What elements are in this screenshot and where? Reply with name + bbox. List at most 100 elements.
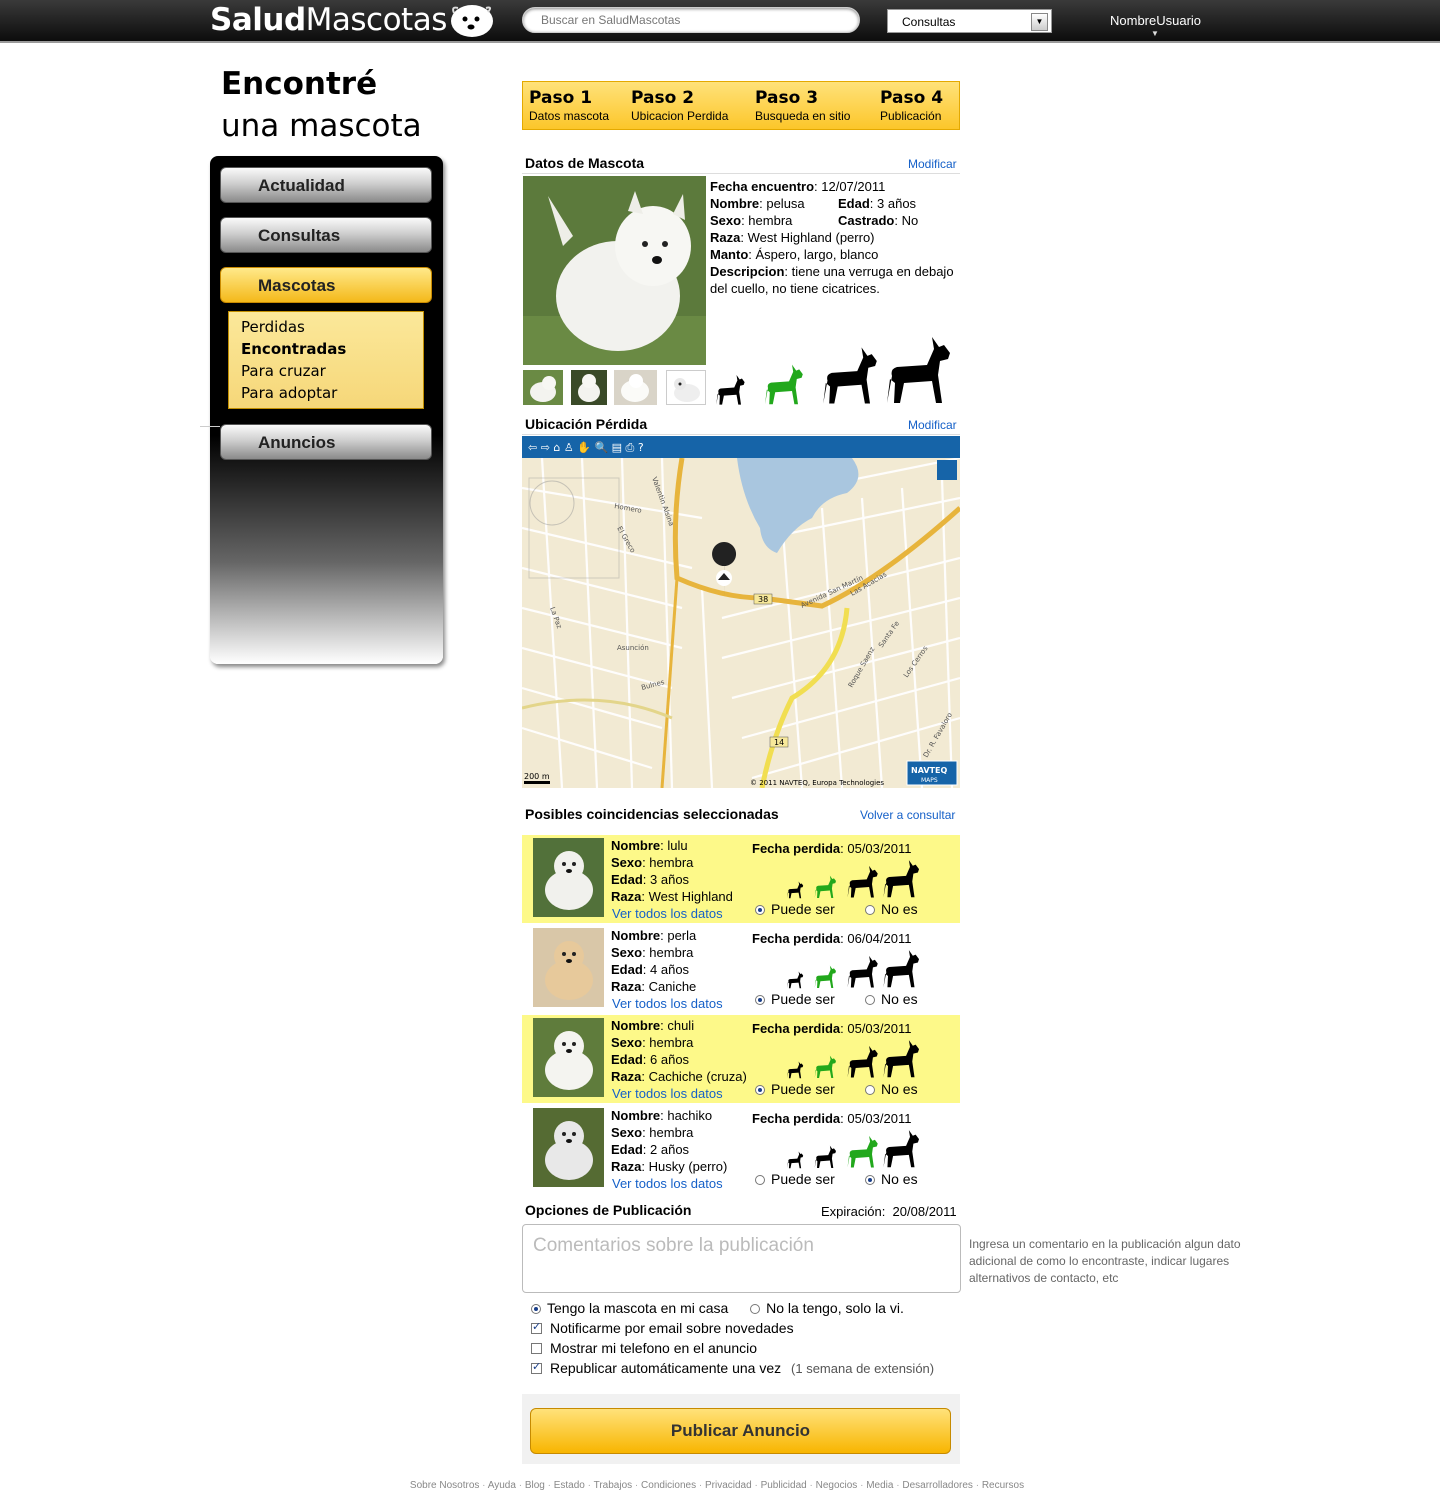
dog-size-icon[interactable] — [716, 374, 745, 405]
category-select-value: Consultas — [902, 15, 956, 29]
dog-size-icon[interactable] — [847, 865, 878, 898]
chevron-down-icon[interactable]: ▼ — [1151, 29, 1159, 38]
footer-link[interactable]: Ayuda — [488, 1480, 516, 1491]
step-3[interactable]: Paso 3 Busqueda en sitio — [755, 88, 850, 123]
pet-main-photo[interactable] — [523, 176, 706, 365]
match-photo[interactable] — [533, 1018, 604, 1097]
no-option: No es — [865, 901, 918, 917]
match-photo[interactable] — [533, 928, 604, 1007]
sidebar-item-consultas[interactable]: Consultas — [220, 217, 432, 253]
republish-label: Republicar automáticamente una vez — [550, 1360, 782, 1376]
view-all-link[interactable]: Ver todos los datos — [612, 906, 723, 921]
dog-size-icon[interactable] — [814, 965, 836, 988]
no-radio[interactable] — [865, 905, 875, 915]
footer-link[interactable]: Blog — [525, 1480, 545, 1491]
step-4[interactable]: Paso 4 Publicación — [880, 88, 943, 123]
republish-checkbox[interactable] — [531, 1360, 542, 1374]
pet-thumbnail[interactable] — [523, 370, 563, 405]
dog-size-icon[interactable] — [847, 1045, 878, 1078]
match-photo[interactable] — [533, 1108, 604, 1187]
dog-size-icon[interactable] — [883, 950, 920, 988]
footer-link[interactable]: Sobre Nosotros — [410, 1480, 479, 1491]
maybe-radio[interactable] — [755, 995, 765, 1005]
maybe-radio[interactable] — [755, 905, 765, 915]
search-input[interactable]: Buscar en SaludMascotas — [522, 7, 860, 33]
dog-size-icon[interactable] — [787, 881, 804, 899]
dog-size-icon[interactable] — [847, 1135, 878, 1168]
pet-thumbnail[interactable] — [571, 370, 607, 405]
dog-size-icon[interactable] — [787, 971, 804, 989]
pet-modify-link[interactable]: Modificar — [908, 157, 957, 171]
label: Edad — [611, 1142, 643, 1157]
user-menu[interactable]: NombreUsuario — [1110, 13, 1201, 28]
no-radio[interactable] — [865, 1175, 875, 1185]
dog-size-icon[interactable] — [787, 1061, 804, 1079]
sidebar-item-actualidad[interactable]: Actualidad — [220, 167, 432, 203]
footer-link[interactable]: Trabajos — [594, 1480, 633, 1491]
pet-thumbnail[interactable] — [614, 370, 657, 405]
match-photo[interactable] — [533, 838, 604, 917]
view-all-link[interactable]: Ver todos los datos — [612, 996, 723, 1011]
footer-link[interactable]: Condiciones — [641, 1480, 696, 1491]
category-select[interactable]: Consultas ▼ — [887, 9, 1052, 33]
dont-have-pet-radio[interactable] — [750, 1304, 761, 1314]
dog-size-icon[interactable] — [847, 955, 878, 988]
match-lost-date: Fecha perdida: 06/04/2011 — [752, 931, 911, 946]
maybe-radio[interactable] — [755, 1085, 765, 1095]
no-label: No es — [881, 1171, 918, 1187]
dog-size-icon[interactable] — [883, 860, 920, 898]
footer-link[interactable]: Negocios — [816, 1480, 858, 1491]
view-all-link[interactable]: Ver todos los datos — [612, 1176, 723, 1191]
dog-size-icon[interactable] — [814, 875, 836, 898]
logo-light: Mascotas — [305, 2, 448, 38]
show-phone-checkbox[interactable] — [531, 1343, 542, 1354]
have-pet-radio[interactable] — [531, 1304, 541, 1314]
maybe-radio[interactable] — [755, 1175, 765, 1185]
footer-link[interactable]: Desarrolladores — [902, 1480, 973, 1491]
label: Sexo — [710, 213, 742, 228]
view-all-link[interactable]: Ver todos los datos — [612, 1086, 723, 1101]
submenu-item-perdidas[interactable]: Perdidas — [241, 316, 423, 338]
sidebar-item-anuncios[interactable]: Anuncios — [220, 424, 432, 460]
publish-button[interactable]: Publicar Anuncio — [530, 1408, 951, 1454]
dog-size-icon[interactable] — [887, 337, 950, 403]
comment-textarea[interactable]: Comentarios sobre la publicación — [522, 1224, 961, 1293]
dog-size-icon[interactable] — [883, 1130, 920, 1168]
footer-link[interactable]: Media — [866, 1480, 893, 1491]
chevron-down-icon[interactable]: ▼ — [1031, 13, 1048, 31]
footer-link[interactable]: Recursos — [982, 1480, 1024, 1491]
submenu-item-para-adoptar[interactable]: Para adoptar — [241, 382, 423, 404]
map-canvas[interactable]: 38 14 Avenida San Martín Asunción Bulnes… — [522, 458, 960, 788]
submenu-item-para-cruzar[interactable]: Para cruzar — [241, 360, 423, 382]
back-to-search-link[interactable]: Volver a consultar — [860, 808, 955, 822]
map-layer-icon[interactable] — [937, 460, 957, 480]
pet-size-selector[interactable] — [714, 328, 959, 406]
no-radio[interactable] — [865, 1085, 875, 1095]
dog-size-icon[interactable] — [787, 1151, 804, 1169]
match-info: Nombre: perla Sexo: hembra Edad: 4 años … — [611, 927, 696, 995]
dog-size-icon[interactable] — [765, 364, 803, 405]
site-logo[interactable]: SaludMascotas — [210, 2, 447, 38]
notify-checkbox[interactable] — [531, 1320, 542, 1334]
label: Raza — [611, 1159, 642, 1174]
dog-size-icon[interactable] — [814, 1145, 836, 1168]
submenu-item-encontradas[interactable]: Encontradas — [241, 338, 423, 360]
pet-coat: : Áspero, largo, blanco — [748, 247, 879, 262]
footer-link[interactable]: Publicidad — [761, 1480, 807, 1491]
pet-thumbnail[interactable] — [666, 370, 706, 405]
dog-size-icon[interactable] — [883, 1040, 920, 1078]
show-phone-label: Mostrar mi telefono en el anuncio — [550, 1340, 757, 1356]
dog-size-icon[interactable] — [814, 1055, 836, 1078]
sidebar-item-mascotas[interactable]: Mascotas — [220, 267, 432, 303]
map[interactable]: ⇦ ⇨ ⌂ ♙ ✋ 🔍 ▤ ⎙ ? 38 14 Avenida San Mart… — [522, 436, 960, 788]
label: Raza — [611, 979, 642, 994]
footer-link[interactable]: Privacidad — [705, 1480, 752, 1491]
separator: · — [632, 1480, 642, 1491]
step-1[interactable]: Paso 1 Datos mascota — [529, 88, 609, 123]
match-size-indicator — [787, 1040, 920, 1079]
location-modify-link[interactable]: Modificar — [908, 418, 957, 432]
step-2[interactable]: Paso 2 Ubicacion Perdida — [631, 88, 728, 123]
footer-link[interactable]: Estado — [554, 1480, 585, 1491]
dog-size-icon[interactable] — [823, 347, 877, 404]
no-radio[interactable] — [865, 995, 875, 1005]
